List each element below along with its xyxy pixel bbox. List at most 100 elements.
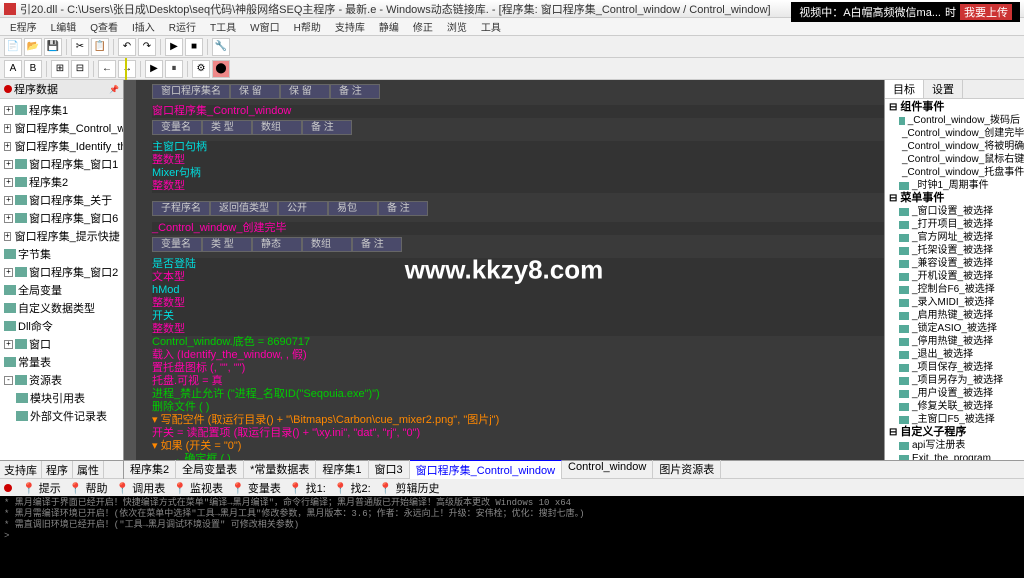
right-tabs[interactable]: 目标 设置 bbox=[885, 80, 1024, 99]
tree-item[interactable]: Dll命令 bbox=[2, 317, 121, 335]
menu-item[interactable]: 浏览 bbox=[441, 19, 473, 34]
hint-item[interactable]: 📍 变量表 bbox=[231, 480, 281, 496]
redo-button[interactable]: ↷ bbox=[138, 38, 156, 56]
event-item[interactable]: _项目另存为_被选择 bbox=[887, 374, 1022, 387]
menu-item[interactable]: 修正 bbox=[407, 19, 439, 34]
event-item[interactable]: api写注册表 bbox=[887, 439, 1022, 452]
cut-button[interactable]: ✂ bbox=[71, 38, 89, 56]
editor-tab[interactable]: Control_window bbox=[562, 460, 653, 479]
tree-item[interactable]: 全局变量 bbox=[2, 281, 121, 299]
tool-button[interactable]: 🔧 bbox=[212, 38, 230, 56]
menu-item[interactable]: E程序 bbox=[4, 19, 43, 34]
event-item[interactable]: _控制台F6_被选择 bbox=[887, 283, 1022, 296]
editor-tab[interactable]: 窗口程序集_Control_window bbox=[410, 460, 562, 479]
hint-item[interactable]: 📍 提示 bbox=[22, 480, 61, 496]
tree-item[interactable]: 常量表 bbox=[2, 353, 121, 371]
tree-item[interactable]: 自定义数据类型 bbox=[2, 299, 121, 317]
program-tree[interactable]: +程序集1+窗口程序集_Control_window+窗口程序集_Identif… bbox=[0, 99, 123, 427]
group-header[interactable]: ⊟ 菜单事件 bbox=[887, 192, 1022, 205]
hint-item[interactable]: 📍 找2: bbox=[334, 480, 371, 496]
tree-item[interactable]: 模块引用表 bbox=[2, 389, 121, 407]
tree-item[interactable]: +窗口程序集_窗口2 bbox=[2, 263, 121, 281]
event-item[interactable]: _用户设置_被选择 bbox=[887, 387, 1022, 400]
event-item[interactable]: _录入MIDI_被选择 bbox=[887, 296, 1022, 309]
group-header[interactable]: ⊟ 组件事件 bbox=[887, 101, 1022, 114]
copy-button[interactable]: 📋 bbox=[91, 38, 109, 56]
pin-icon[interactable]: 📌 bbox=[109, 85, 119, 94]
tree-item[interactable]: +窗口 bbox=[2, 335, 121, 353]
open-button[interactable]: 📂 bbox=[24, 38, 42, 56]
tree-item[interactable]: +窗口程序集_窗口1 bbox=[2, 155, 121, 173]
event-item[interactable]: _主窗口F5_被选择 bbox=[887, 413, 1022, 426]
menu-item[interactable]: 静编 bbox=[373, 19, 405, 34]
event-item[interactable]: _Control_window_托盘事件 bbox=[887, 166, 1022, 179]
tab-target[interactable]: 目标 bbox=[885, 80, 924, 98]
event-item[interactable]: _时钟1_周期事件 bbox=[887, 179, 1022, 192]
tab-settings[interactable]: 设置 bbox=[924, 80, 963, 98]
menu-item[interactable]: W窗口 bbox=[244, 19, 285, 34]
menu-item[interactable]: Q查看 bbox=[84, 19, 124, 34]
tree-item[interactable]: +窗口程序集_关于 bbox=[2, 191, 121, 209]
event-item[interactable]: _打开项目_被选择 bbox=[887, 218, 1022, 231]
tree-item[interactable]: 外部文件记录表 bbox=[2, 407, 121, 425]
right-panel: 目标 设置 ⊟ 组件事件_Control_window_拨码后_Control_… bbox=[884, 80, 1024, 460]
tree-item[interactable]: +窗口程序集_Identify_the_wind bbox=[2, 137, 121, 155]
tree-item[interactable]: -资源表 bbox=[2, 371, 121, 389]
tree-item[interactable]: +窗口程序集_提示快捷 bbox=[2, 227, 121, 245]
editor-tab[interactable]: 全局变量表 bbox=[176, 460, 244, 479]
tree-item[interactable]: +窗口程序集_Control_window bbox=[2, 119, 121, 137]
new-button[interactable]: 📄 bbox=[4, 38, 22, 56]
event-item[interactable]: _开机设置_被选择 bbox=[887, 270, 1022, 283]
code-editor[interactable]: www.kkzy8.com 窗口程序集名保 留保 留备 注窗口程序集_Contr… bbox=[124, 80, 884, 460]
event-item[interactable]: _锁定ASIO_被选择 bbox=[887, 322, 1022, 335]
menu-item[interactable]: 支持库 bbox=[329, 19, 371, 34]
save-button[interactable]: 💾 bbox=[44, 38, 62, 56]
event-item[interactable]: _兼容设置_被选择 bbox=[887, 257, 1022, 270]
output-console[interactable]: * 黑月编译于界面已经开启！快捷编译方式在菜单"编译→黑月编译"，命令行编译；黑… bbox=[0, 496, 1024, 578]
event-item[interactable]: _停用热键_被选择 bbox=[887, 335, 1022, 348]
event-item[interactable]: _托架设置_被选择 bbox=[887, 244, 1022, 257]
editor-tab[interactable]: 窗口3 bbox=[369, 460, 410, 479]
window-title: 引20.dll - C:\Users\张日成\Desktop\seq代码\神般网… bbox=[20, 1, 771, 17]
tree-item[interactable]: +程序集2 bbox=[2, 173, 121, 191]
editor-tab[interactable]: *常量数据表 bbox=[244, 460, 316, 479]
event-item[interactable]: _修复关联_被选择 bbox=[887, 400, 1022, 413]
hint-item[interactable]: 📍 找1: bbox=[289, 480, 326, 496]
tree-item[interactable]: 字节集 bbox=[2, 245, 121, 263]
hint-item[interactable]: 📍 帮助 bbox=[69, 480, 108, 496]
event-item[interactable]: _启用热键_被选择 bbox=[887, 309, 1022, 322]
event-item[interactable]: _Control_window_创建完毕 bbox=[887, 127, 1022, 140]
menu-item[interactable]: T工具 bbox=[204, 19, 242, 34]
undo-button[interactable]: ↶ bbox=[118, 38, 136, 56]
menu-item[interactable]: L编辑 bbox=[45, 19, 83, 34]
menu-item[interactable]: 工具 bbox=[475, 19, 507, 34]
tree-item[interactable]: +窗口程序集_窗口6 bbox=[2, 209, 121, 227]
stop-button[interactable]: ■ bbox=[185, 38, 203, 56]
left-tab[interactable]: 属性 bbox=[73, 461, 104, 479]
run-button[interactable]: ▶ bbox=[165, 38, 183, 56]
group-header[interactable]: ⊟ 自定义子程序 bbox=[887, 426, 1022, 439]
event-item[interactable]: Exit_the_program bbox=[887, 452, 1022, 460]
event-item[interactable]: _窗口设置_被选择 bbox=[887, 205, 1022, 218]
menu-item[interactable]: I插入 bbox=[126, 19, 161, 34]
hint-item[interactable]: 📍 调用表 bbox=[116, 480, 166, 496]
event-item[interactable]: _Control_window_鼠标右键被按下 bbox=[887, 153, 1022, 166]
editor-tab[interactable]: 程序集1 bbox=[316, 460, 368, 479]
menu-item[interactable]: H帮助 bbox=[288, 19, 327, 34]
editor-tab[interactable]: 图片资源表 bbox=[653, 460, 721, 479]
event-item[interactable]: _Control_window_将被明确 bbox=[887, 140, 1022, 153]
event-item[interactable]: _退出_被选择 bbox=[887, 348, 1022, 361]
editor-tab[interactable]: 程序集2 bbox=[124, 460, 176, 479]
menu-item[interactable]: R运行 bbox=[163, 19, 202, 34]
event-item[interactable]: _Control_window_拨码后 bbox=[887, 114, 1022, 127]
event-item[interactable]: _官方网址_被选择 bbox=[887, 231, 1022, 244]
left-tab[interactable]: 支持库 bbox=[0, 461, 42, 479]
event-item[interactable]: _项目保存_被选择 bbox=[887, 361, 1022, 374]
upload-button[interactable]: 我要上传 bbox=[960, 4, 1012, 20]
hint-item[interactable]: 📍 监视表 bbox=[173, 480, 223, 496]
left-tab[interactable]: 程序 bbox=[42, 461, 73, 479]
app-icon bbox=[4, 3, 16, 15]
hint-item[interactable]: 📍 剪辑历史 bbox=[379, 480, 440, 496]
tree-item[interactable]: +程序集1 bbox=[2, 101, 121, 119]
notification-popup[interactable]: 视频中：A白帽高频微信ma... 时 我要上传 bbox=[791, 2, 1020, 22]
